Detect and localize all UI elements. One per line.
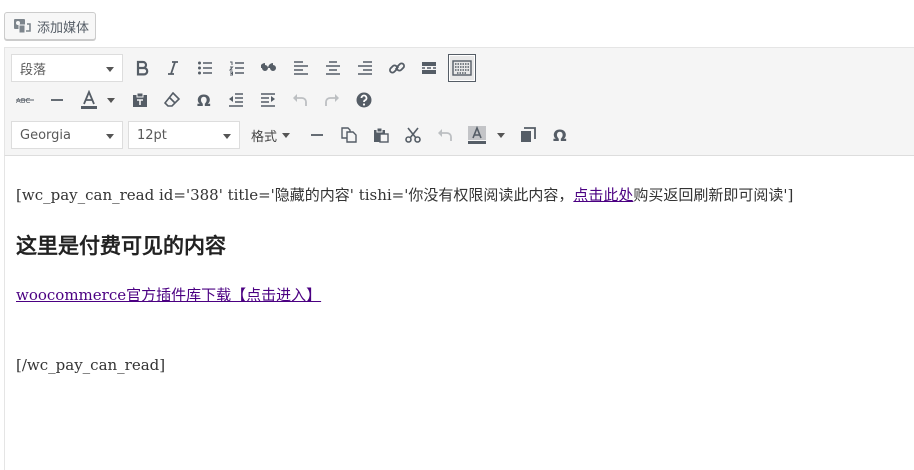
- font-family-value: Georgia: [20, 127, 71, 143]
- paragraph-format-value: 段落: [20, 62, 47, 78]
- duplicate-icon: [521, 127, 536, 142]
- toolbar-toggle-button[interactable]: [448, 54, 476, 82]
- font-family-select[interactable]: Georgia: [11, 121, 123, 149]
- shortcode-close-paragraph: [/wc_pay_can_read]: [16, 356, 166, 374]
- eraser-icon: [164, 92, 180, 107]
- align-center-icon: [326, 61, 340, 75]
- media-bar: 添加媒体: [0, 0, 914, 47]
- background-color-dropdown-caret[interactable]: [497, 133, 505, 138]
- shortcode-open-prefix: [wc_pay_can_read id='388' title='隐藏的内容' …: [16, 186, 574, 204]
- copy-icon: [341, 127, 357, 143]
- bulleted-list-button[interactable]: [191, 54, 219, 82]
- svg-text:Ω: Ω: [553, 127, 567, 143]
- bold-icon: [136, 60, 149, 76]
- chevron-down-icon: [282, 132, 291, 138]
- paste-button[interactable]: [367, 121, 395, 149]
- numbered-list-button[interactable]: [223, 54, 251, 82]
- undo-icon: [293, 94, 307, 106]
- numbered-list-icon: [229, 61, 244, 76]
- help-icon: [356, 92, 372, 108]
- quote-icon: [261, 63, 276, 71]
- cut-button[interactable]: [399, 121, 427, 149]
- read-more-icon: [422, 62, 436, 74]
- bullet-list-icon: [198, 61, 212, 75]
- download-paragraph: woocommerce官方插件库下载【点击进入】: [16, 284, 321, 305]
- format-menu[interactable]: 格式: [251, 121, 291, 149]
- align-right-icon: [358, 61, 372, 75]
- special-character-button[interactable]: Ω: [190, 86, 218, 114]
- omega-icon: Ω: [197, 92, 211, 108]
- editor-toolbar: 段落 ABC Ω Georgia 12pt 格式 Ω: [4, 47, 914, 156]
- background-color-button[interactable]: [463, 121, 491, 149]
- toolbar-row-1: 段落: [5, 52, 914, 84]
- text-color-dropdown-caret[interactable]: [107, 98, 115, 103]
- scissors-icon: [405, 127, 421, 143]
- font-size-select[interactable]: 12pt: [128, 121, 240, 149]
- blockquote-button[interactable]: [255, 54, 283, 82]
- add-media-button[interactable]: 添加媒体: [4, 12, 96, 40]
- italic-button[interactable]: [159, 54, 187, 82]
- redo-button[interactable]: [318, 86, 346, 114]
- indent-icon: [261, 93, 275, 107]
- add-media-label: 添加媒体: [37, 20, 90, 36]
- shortcode-open-suffix: 购买返回刷新即可阅读']: [633, 186, 794, 204]
- font-size-value: 12pt: [137, 127, 167, 143]
- text-color-icon: [81, 90, 97, 109]
- chevron-down-icon: [106, 67, 114, 72]
- strikethrough-button[interactable]: ABC: [11, 86, 39, 114]
- keyboard-shortcuts-button[interactable]: [350, 86, 378, 114]
- svg-text:ABC: ABC: [16, 97, 30, 105]
- increase-indent-button[interactable]: [254, 86, 282, 114]
- clear-formatting-button[interactable]: [158, 86, 186, 114]
- download-link[interactable]: woocommerce官方插件库下载【点击进入】: [16, 286, 321, 304]
- chevron-down-icon: [106, 134, 114, 139]
- click-here-link[interactable]: 点击此处: [573, 186, 633, 204]
- link-icon: [389, 62, 405, 74]
- horizontal-rule-button[interactable]: [303, 121, 331, 149]
- omega-icon: Ω: [553, 127, 567, 143]
- shortcode-open-paragraph: [wc_pay_can_read id='388' title='隐藏的内容' …: [16, 184, 793, 205]
- insert-link-button[interactable]: [383, 54, 411, 82]
- paste-as-text-button[interactable]: [126, 86, 154, 114]
- text-color-button[interactable]: [75, 86, 103, 114]
- align-center-button[interactable]: [319, 54, 347, 82]
- align-left-icon: [294, 61, 308, 75]
- undo-button-secondary[interactable]: [431, 121, 459, 149]
- copy-button[interactable]: [335, 121, 363, 149]
- align-right-button[interactable]: [351, 54, 379, 82]
- undo-icon: [438, 129, 452, 141]
- decrease-indent-button[interactable]: [222, 86, 250, 114]
- paste-text-icon: [133, 92, 147, 107]
- toolbar-row-2: ABC Ω: [5, 84, 914, 116]
- content-heading: 这里是付费可见的内容: [16, 233, 226, 258]
- keyboard-icon: [452, 60, 472, 76]
- background-color-icon: [468, 125, 486, 144]
- redo-icon: [325, 94, 339, 106]
- editor-content-area[interactable]: [wc_pay_can_read id='388' title='隐藏的内容' …: [4, 156, 914, 470]
- undo-button[interactable]: [286, 86, 314, 114]
- toolbar-row-3: Georgia 12pt 格式 Ω: [5, 119, 914, 151]
- italic-icon: [168, 61, 178, 75]
- horizontal-line-icon: [51, 99, 63, 101]
- strikethrough-icon: ABC: [16, 97, 34, 105]
- paragraph-format-select[interactable]: 段落: [11, 54, 123, 82]
- media-icon: [13, 18, 31, 34]
- format-menu-label: 格式: [251, 129, 278, 145]
- bold-button[interactable]: [128, 54, 156, 82]
- duplicate-button[interactable]: [514, 121, 542, 149]
- svg-text:Ω: Ω: [197, 92, 211, 108]
- outdent-icon: [229, 93, 243, 107]
- chevron-down-icon: [223, 134, 231, 139]
- horizontal-line-button[interactable]: [43, 86, 71, 114]
- align-left-button[interactable]: [287, 54, 315, 82]
- read-more-button[interactable]: [415, 54, 443, 82]
- paste-icon: [374, 127, 389, 143]
- horizontal-rule-icon: [311, 134, 323, 136]
- special-character-button-secondary[interactable]: Ω: [546, 121, 574, 149]
